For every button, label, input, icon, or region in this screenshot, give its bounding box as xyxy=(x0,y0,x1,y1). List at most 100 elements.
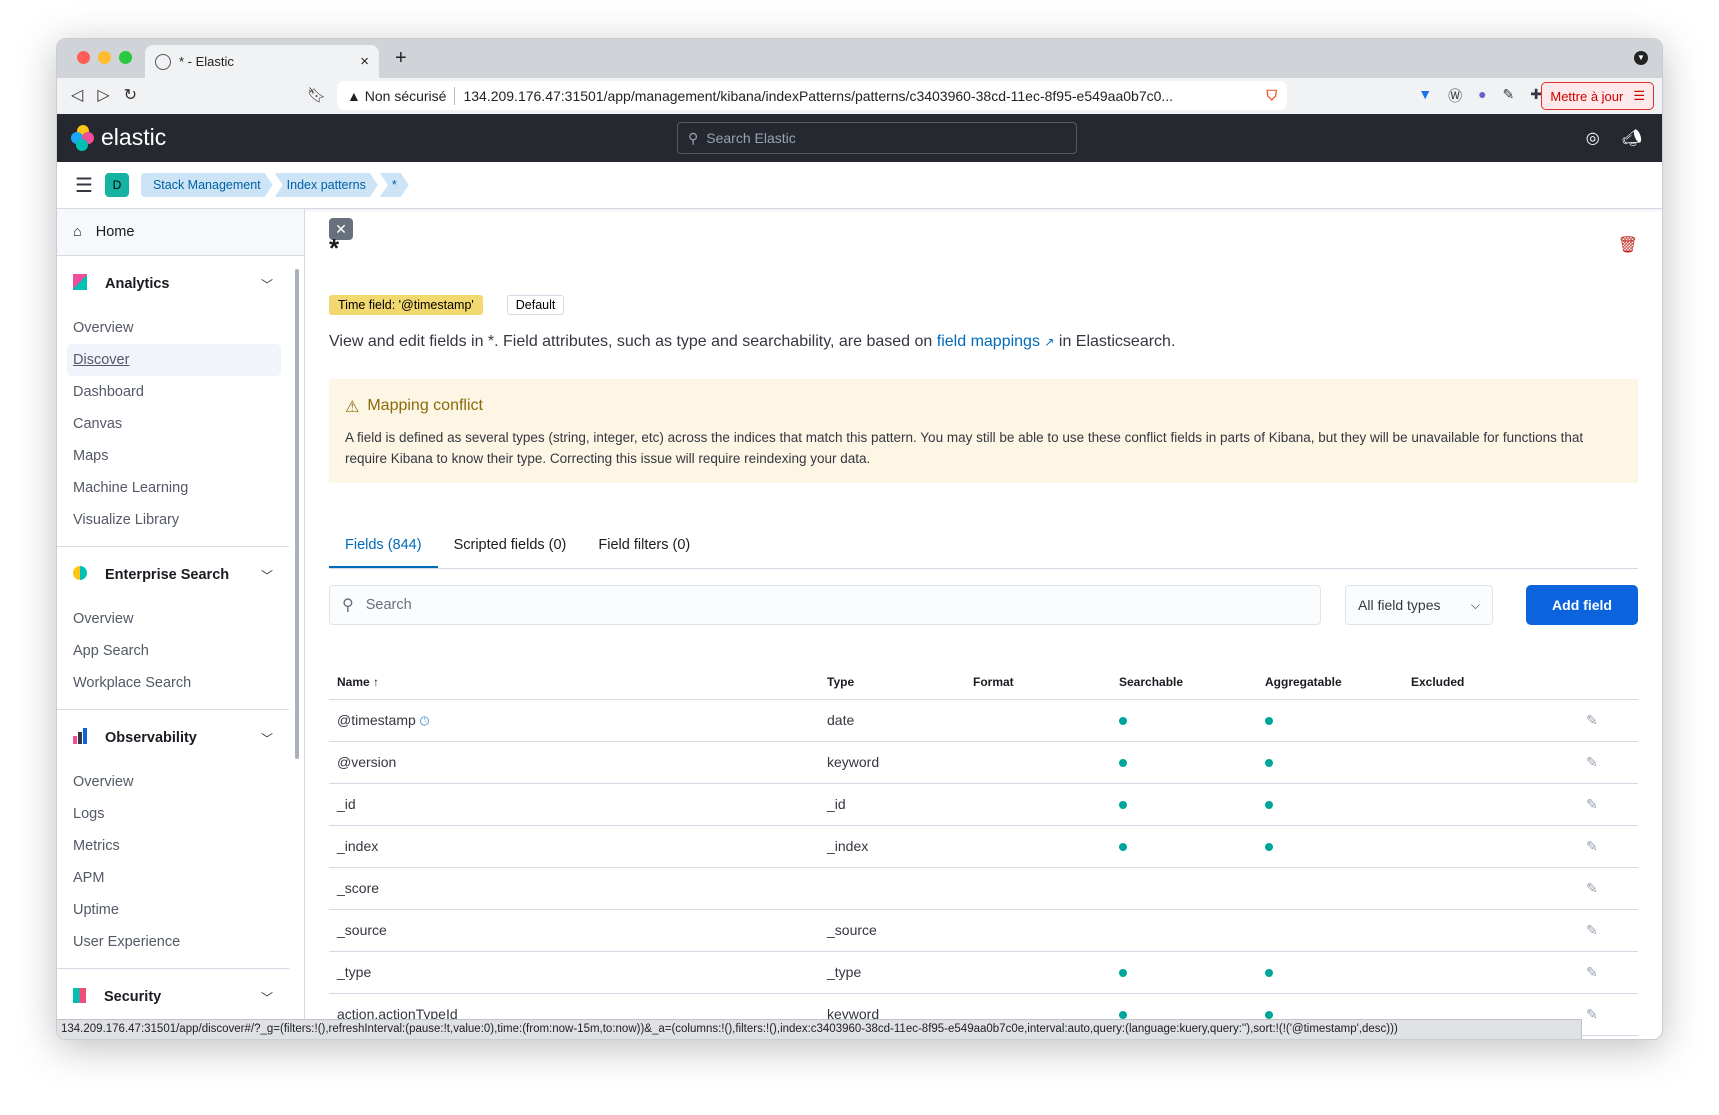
field-type-select[interactable]: All field types ⌵ xyxy=(1345,585,1493,625)
menu-toggle-icon[interactable]: ☰ xyxy=(75,173,93,198)
elastic-logo[interactable]: elastic xyxy=(71,124,166,151)
edit-pencil-icon[interactable]: ✎ xyxy=(1586,922,1598,938)
security-label[interactable]: Non sécurisé xyxy=(365,88,447,104)
column-type[interactable]: Type xyxy=(819,665,965,700)
edit-pencil-icon[interactable]: ✎ xyxy=(1586,880,1598,896)
edit-pencil-icon[interactable]: ✎ xyxy=(1586,712,1598,728)
field-name: @version xyxy=(329,741,819,784)
sidebar-group-header[interactable]: Observability ﹀ xyxy=(73,710,273,766)
update-button[interactable]: Mettre à jour ☰ xyxy=(1541,82,1654,110)
searchable-dot-icon xyxy=(1119,801,1127,809)
close-window-button[interactable] xyxy=(77,51,90,64)
tab-fields[interactable]: Fields (844) xyxy=(329,525,438,568)
sidebar-group-header[interactable]: Security ﹀ xyxy=(73,969,273,1025)
puzzle-icon[interactable]: ✚ xyxy=(1530,86,1542,106)
extension-icon[interactable]: ▼ xyxy=(1418,86,1432,106)
favicon-icon xyxy=(155,53,171,70)
sidebar-item-user-experience[interactable]: User Experience xyxy=(73,926,273,958)
chevron-down-icon: ⌵ xyxy=(1470,597,1480,612)
tab-field-filters[interactable]: Field filters (0) xyxy=(582,525,706,568)
aggregatable-dot-icon xyxy=(1265,843,1273,851)
sidebar-item-machine-learning[interactable]: Machine Learning xyxy=(73,472,273,504)
sidebar-group-header[interactable]: Enterprise Search ﹀ xyxy=(73,547,273,603)
sidebar-item-apm[interactable]: APM xyxy=(73,862,273,894)
back-icon[interactable]: ◁ xyxy=(71,85,83,105)
home-icon: ⌂ xyxy=(73,224,82,240)
aggregatable-dot-icon xyxy=(1265,801,1273,809)
extension-icon[interactable]: Ⓦ xyxy=(1448,86,1462,106)
bookmark-icon[interactable]: 🔖︎ xyxy=(307,86,326,104)
column-format[interactable]: Format xyxy=(965,665,1111,700)
aggregatable-cell xyxy=(1257,867,1403,910)
sidebar-item-maps[interactable]: Maps xyxy=(73,440,273,472)
new-tab-button[interactable]: + xyxy=(395,47,407,70)
delete-icon[interactable]: 🗑︎ xyxy=(1618,235,1638,255)
sidebar-item-logs[interactable]: Logs xyxy=(73,798,273,830)
breadcrumb-stack-management[interactable]: Stack Management xyxy=(141,173,273,197)
default-badge: Default xyxy=(506,295,565,315)
sidebar-item-overview[interactable]: Overview xyxy=(73,766,273,798)
page-description: View and edit fields in *. Field attribu… xyxy=(329,333,1176,350)
aggregatable-cell xyxy=(1257,699,1403,742)
brave-shield-icon[interactable]: ⛉ xyxy=(1267,87,1278,104)
minimize-window-button[interactable] xyxy=(98,51,111,64)
field-mappings-link[interactable]: field mappings ↗ xyxy=(937,333,1055,350)
global-search-input[interactable]: ⚲ Search Elastic xyxy=(677,122,1077,154)
breadcrumb: Stack Management Index patterns * xyxy=(141,173,409,197)
chevron-down-icon[interactable]: ﹀ xyxy=(261,989,273,1006)
column-aggregatable[interactable]: Aggregatable xyxy=(1257,665,1403,700)
breadcrumb-index-patterns[interactable]: Index patterns xyxy=(275,173,378,197)
sidebar-item-canvas[interactable]: Canvas xyxy=(73,408,273,440)
forward-icon[interactable]: ▷ xyxy=(97,85,109,105)
column-searchable[interactable]: Searchable xyxy=(1111,665,1257,700)
zoom-window-button[interactable] xyxy=(119,51,132,64)
aggregatable-cell xyxy=(1257,951,1403,994)
tab-search-icon[interactable]: ▼ xyxy=(1634,51,1648,65)
chevron-down-icon[interactable]: ﹀ xyxy=(261,730,273,747)
sidebar-group-header[interactable]: Analytics ﹀ xyxy=(73,256,273,312)
column-name[interactable]: Name ↑ xyxy=(329,665,819,700)
sidebar-item-app-search[interactable]: App Search xyxy=(73,635,273,667)
searchable-cell xyxy=(1111,783,1257,826)
chevron-down-icon[interactable]: ﹀ xyxy=(261,567,273,584)
edit-pencil-icon[interactable]: ✎ xyxy=(1586,964,1598,980)
time-field-badge: Time field: '@timestamp' xyxy=(329,295,483,315)
chevron-down-icon[interactable]: ﹀ xyxy=(261,276,273,293)
sidebar-item-workplace-search[interactable]: Workplace Search xyxy=(73,667,273,699)
edit-pencil-icon[interactable]: ✎ xyxy=(1586,1006,1598,1022)
sidebar-item-discover[interactable]: Discover xyxy=(67,344,281,376)
sidebar-item-overview[interactable]: Overview xyxy=(73,312,273,344)
eyedropper-icon[interactable]: ✎ xyxy=(1503,86,1515,106)
tab-scripted-fields[interactable]: Scripted fields (0) xyxy=(438,525,583,568)
sidebar-scrollbar[interactable] xyxy=(295,269,299,759)
analytics-logo-icon xyxy=(73,274,87,294)
sidebar-item-overview[interactable]: Overview xyxy=(73,603,273,635)
excluded-cell xyxy=(1403,825,1578,868)
sidebar-item-metrics[interactable]: Metrics xyxy=(73,830,273,862)
address-bar[interactable]: ▲ Non sécurisé 134.209.176.47:31501/app/m… xyxy=(337,81,1287,110)
reload-icon[interactable]: ↻ xyxy=(124,85,137,105)
searchable-dot-icon xyxy=(1119,843,1127,851)
browser-tab[interactable]: * - Elastic × xyxy=(145,45,379,78)
extension-icon[interactable]: ● xyxy=(1478,86,1486,106)
sidebar-item-home[interactable]: ⌂ Home xyxy=(57,209,304,256)
add-field-button[interactable]: Add field xyxy=(1526,585,1638,625)
field-format xyxy=(965,951,1111,994)
edit-pencil-icon[interactable]: ✎ xyxy=(1586,754,1598,770)
url-text: 134.209.176.47:31501/app/management/kiba… xyxy=(463,87,1174,104)
sidebar-item-dashboard[interactable]: Dashboard xyxy=(73,376,273,408)
sidebar-item-visualize-library[interactable]: Visualize Library xyxy=(73,504,273,536)
field-type: _type xyxy=(819,951,965,994)
column-excluded[interactable]: Excluded xyxy=(1403,665,1578,700)
mapping-conflict-callout: ⚠ Mapping conflict A field is defined as … xyxy=(329,379,1638,483)
field-search-input[interactable]: ⚲ Search xyxy=(329,585,1321,625)
space-avatar[interactable]: D xyxy=(104,173,129,197)
sidebar-item-uptime[interactable]: Uptime xyxy=(73,894,273,926)
close-tab-icon[interactable]: × xyxy=(360,53,369,70)
news-icon[interactable]: 📣︎ xyxy=(1622,128,1642,148)
edit-pencil-icon[interactable]: ✎ xyxy=(1586,838,1598,854)
help-icon[interactable]: ◎ xyxy=(1586,128,1600,148)
field-name: _id xyxy=(329,783,819,826)
field-name: _index xyxy=(329,825,819,868)
edit-pencil-icon[interactable]: ✎ xyxy=(1586,796,1598,812)
